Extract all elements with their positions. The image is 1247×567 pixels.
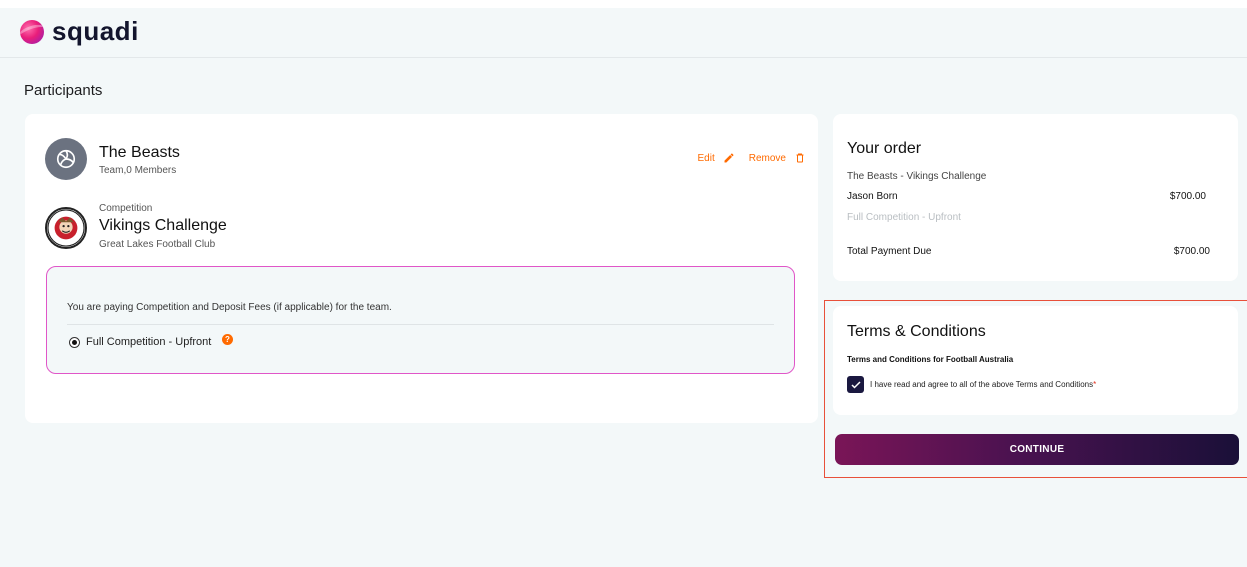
participant-actions: Edit Remove: [698, 152, 806, 164]
order-total-label: Total Payment Due: [847, 246, 932, 257]
team-avatar: [45, 138, 87, 180]
continue-button[interactable]: CONTINUE: [835, 434, 1239, 465]
fee-option-radio[interactable]: [69, 337, 80, 348]
club-crest-logo: [45, 207, 87, 249]
checkmark-icon: [850, 380, 861, 389]
header: squadi: [0, 8, 1247, 58]
competition-club: Great Lakes Football Club: [99, 239, 216, 250]
terms-title: Terms & Conditions: [847, 323, 986, 340]
order-price: $700.00: [1169, 191, 1206, 202]
club-crest-icon: [47, 209, 85, 247]
competition-name: Vikings Challenge: [99, 217, 227, 234]
pencil-icon[interactable]: [723, 152, 735, 164]
terms-agree-text: I have read and agree to all of the abov…: [870, 380, 1094, 389]
trash-icon[interactable]: [794, 152, 806, 164]
edit-link[interactable]: Edit: [698, 153, 715, 164]
logo-text: squadi: [52, 16, 139, 46]
order-summary-card: Your order The Beasts - Vikings Challeng…: [833, 114, 1238, 281]
remove-link[interactable]: Remove: [749, 153, 786, 164]
order-person: Jason Born: [847, 191, 898, 202]
fee-options-box: You are paying Competition and Deposit F…: [46, 266, 795, 374]
squadi-logo-icon: [20, 19, 44, 44]
volleyball-icon: [56, 149, 76, 169]
fee-option-label[interactable]: Full Competition - Upfront: [86, 336, 211, 348]
competition-label: Competition: [99, 203, 153, 214]
page-title: Participants: [24, 82, 103, 99]
participant-card: The Beasts Team,0 Members Edit Remove Co…: [25, 114, 818, 423]
logo[interactable]: squadi: [20, 16, 139, 47]
order-description: The Beasts - Vikings Challenge: [847, 171, 987, 182]
order-total: $700.00: [1173, 246, 1210, 257]
team-meta: Team,0 Members: [99, 165, 177, 176]
fee-divider: [67, 324, 774, 325]
terms-card: Terms & Conditions Terms and Conditions …: [833, 306, 1238, 415]
top-caption-cropped: [0, 0, 1247, 8]
fee-info-text: You are paying Competition and Deposit F…: [67, 302, 392, 313]
terms-checkbox[interactable]: [847, 376, 864, 393]
app-window: squadi Participants The Beasts Team,0 Me…: [0, 8, 1247, 567]
order-title: Your order: [847, 140, 922, 157]
required-mark: *: [1093, 380, 1097, 389]
terms-agree-label[interactable]: I have read and agree to all of the abov…: [870, 380, 1096, 389]
help-icon[interactable]: ?: [222, 334, 233, 345]
team-name: The Beasts: [99, 144, 180, 161]
order-plan: Full Competition - Upfront: [847, 212, 961, 223]
terms-subtitle[interactable]: Terms and Conditions for Football Austra…: [847, 355, 1013, 364]
